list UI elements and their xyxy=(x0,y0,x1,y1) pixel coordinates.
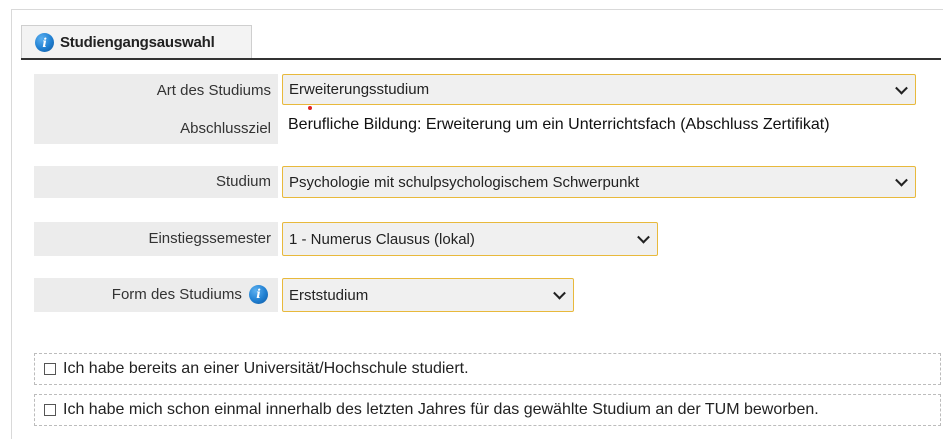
einstiegssemester-label-box: Einstiegssemester xyxy=(34,222,278,256)
art-des-studiums-select[interactable]: Erweiterungsstudium xyxy=(282,74,916,105)
checkbox-studiert[interactable] xyxy=(44,363,56,375)
chevron-down-icon xyxy=(637,230,650,244)
checkbox-row-beworben[interactable]: Ich habe mich schon einmal innerhalb des… xyxy=(34,394,941,426)
abschlussziel-value: Berufliche Bildung: Erweiterung um ein U… xyxy=(288,116,830,133)
chevron-down-icon xyxy=(895,173,908,187)
art-des-studiums-label: Art des Studiums xyxy=(156,82,271,99)
info-icon: i xyxy=(35,33,54,52)
form-des-studiums-value: Erststudium xyxy=(289,286,369,304)
studium-value: Psychologie mit schulpsychologischem Sch… xyxy=(289,173,640,191)
form-des-studiums-label-box: Form des Studiums i xyxy=(34,278,278,312)
checkbox-label-beworben: Ich habe mich schon einmal innerhalb des… xyxy=(63,401,819,418)
info-icon[interactable]: i xyxy=(249,284,268,304)
art-des-studiums-value: Erweiterungsstudium xyxy=(289,81,430,98)
checkbox-beworben[interactable] xyxy=(44,404,56,416)
form-des-studiums-select[interactable]: Erststudium xyxy=(282,278,574,312)
chevron-down-icon xyxy=(553,286,566,300)
einstiegssemester-select[interactable]: 1 - Numerus Clausus (lokal) xyxy=(282,222,658,256)
checkbox-label-studiert: Ich habe bereits an einer Universität/Ho… xyxy=(63,360,469,377)
studium-select[interactable]: Psychologie mit schulpsychologischem Sch… xyxy=(282,166,916,198)
einstiegssemester-label: Einstiegssemester xyxy=(148,230,271,247)
art-abschluss-label-group: Art des Studiums Abschlussziel xyxy=(34,74,278,144)
tab-studiengangsauswahl[interactable]: i Studiengangsauswahl xyxy=(21,25,252,59)
studium-label: Studium xyxy=(215,173,271,190)
form-des-studiums-label: Form des Studiums xyxy=(111,286,242,303)
studium-label-box: Studium xyxy=(34,166,278,198)
tab-underline xyxy=(21,58,941,60)
checkbox-row-studiert[interactable]: Ich habe bereits an einer Universität/Ho… xyxy=(34,353,941,385)
chevron-down-icon xyxy=(895,81,908,95)
einstiegssemester-value: 1 - Numerus Clausus (lokal) xyxy=(289,230,475,248)
required-marker xyxy=(308,106,312,110)
tab-label: Studiengangsauswahl xyxy=(60,34,215,51)
abschlussziel-label: Abschlussziel xyxy=(180,120,271,137)
